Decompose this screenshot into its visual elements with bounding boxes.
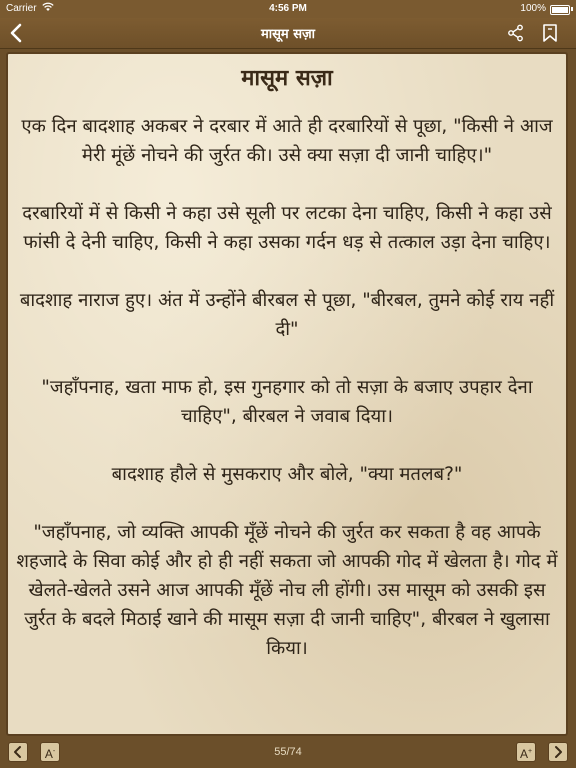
bookmark-icon[interactable] <box>540 22 560 44</box>
increase-font-sign: + <box>527 748 533 755</box>
story-paragraph: "जहाँपनाह, जो व्यक्ति आपकी मूँछें नोचने … <box>16 522 558 659</box>
story-paragraph: बादशाह नाराज हुए। अंत में उन्होंने बीरबल… <box>19 290 555 340</box>
story-title: मासूम सज़ा <box>241 66 333 91</box>
nav-bar: मासूम सज़ा <box>0 18 576 49</box>
battery-percent: 100% <box>520 3 546 14</box>
story-body: एक दिन बादशाह अकबर ने दरबार में आते ही द… <box>8 94 566 663</box>
chevron-right-icon <box>555 746 562 758</box>
story-paragraph: एक दिन बादशाह अकबर ने दरबार में आते ही द… <box>21 116 553 166</box>
bottom-toolbar: A- 55/74 A+ <box>0 738 576 768</box>
story-paragraph: "जहाँपनाह, खता माफ हो, इस गुनहगार को तो … <box>41 377 533 427</box>
share-icon[interactable] <box>506 23 526 43</box>
battery-icon <box>550 5 570 15</box>
story-paragraph: दरबारियों में से किसी ने कहा उसे सूली पर… <box>22 203 552 253</box>
increase-font-label: A <box>519 747 528 761</box>
increase-font-button[interactable]: A+ <box>516 742 536 762</box>
nav-title: मासूम सज़ा <box>260 27 316 42</box>
battery-tip <box>571 7 573 11</box>
story-page: मासूम सज़ा एक दिन बादशाह अकबर ने दरबार म… <box>6 52 568 736</box>
status-bar: Carrier 4:56 PM 100% <box>0 0 576 18</box>
next-page-button[interactable] <box>548 742 568 762</box>
story-paragraph: बादशाह हौले से मुसकराए और बोले, "क्या मत… <box>111 464 463 485</box>
page-indicator: 55/74 <box>274 746 302 758</box>
status-time: 4:56 PM <box>269 3 307 14</box>
